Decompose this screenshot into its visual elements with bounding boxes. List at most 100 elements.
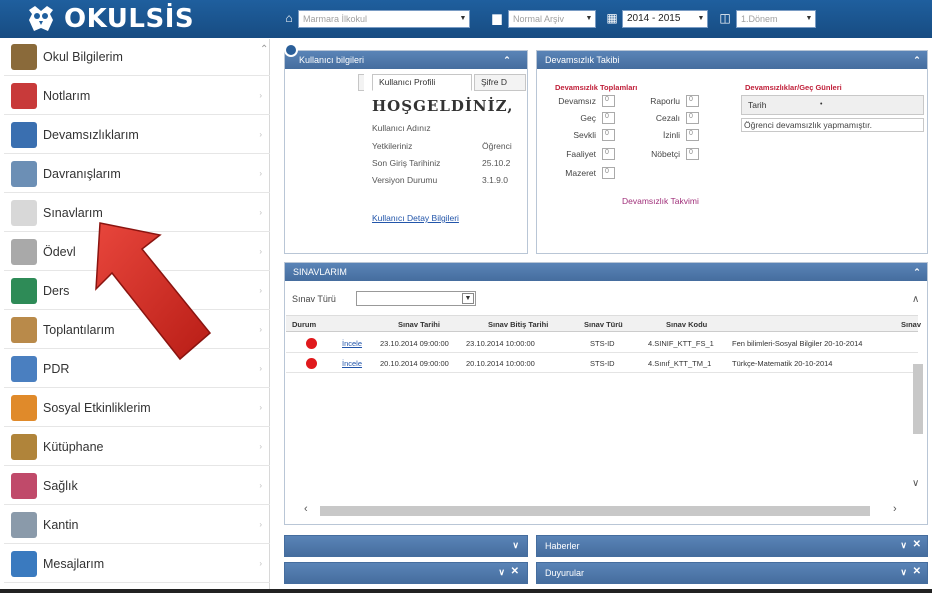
exam-name: Fen bilimleri-Sosyal Bilgiler 20-10-2014 (732, 339, 863, 348)
table-row[interactable]: İncele 23.10.2014 09:00:00 23.10.2014 10… (286, 334, 918, 353)
collapse-up-icon[interactable]: ⌃ (911, 54, 923, 66)
sidebar-item-davranislarim[interactable]: Davranışlarım › (4, 156, 270, 193)
chevron-down-icon: ▼ (585, 15, 593, 22)
chevron-icon: › (259, 91, 262, 100)
expand-down-icon[interactable]: ∨ (512, 540, 519, 551)
sidebar-item-okul-bilgilerim[interactable]: Okul Bilgilerim (4, 39, 270, 76)
sidebar-item-mesajlarim[interactable]: Mesajlarım › (4, 546, 270, 583)
attendance-calendar-link[interactable]: Devamsızlık Takvimi (622, 196, 699, 206)
sidebar-item-label: Ders (43, 284, 70, 298)
sidebar-item-label: Mesajlarım (43, 557, 105, 571)
info-value: Öğrenci (482, 141, 512, 151)
info-label: Versiyon Durumu (372, 175, 438, 185)
sidebar-item-devamsizliklarim[interactable]: Devamsızlıklarım › (4, 117, 270, 154)
sidebar-item-label: Devamsızlıklarım (43, 128, 139, 142)
table-row[interactable]: İncele 20.10.2014 09:00:00 20.10.2014 10… (286, 354, 918, 373)
tab-sifre[interactable]: Şifre D (474, 74, 526, 91)
app-logo[interactable]: OKULSİS (26, 3, 194, 35)
sidebar-item-pdr[interactable]: PDR › (4, 351, 270, 388)
sidebar-item-label: Notlarım (43, 89, 91, 103)
column-header[interactable]: Durum (292, 320, 316, 329)
column-header[interactable]: Sınav Bitiş Tarihi (488, 320, 548, 329)
announcements-panel: Duyurular ∨ ✕ (536, 562, 928, 584)
panel-title-bar: Devamsızlık Takibi ⌃ (537, 51, 927, 69)
exam-type: STS-ID (590, 339, 615, 348)
sidebar: Okul Bilgilerim Notlarım › Devamsızlıkla… (4, 39, 270, 593)
chevron-icon: › (259, 247, 262, 256)
panel-title: SINAVLARIM (293, 267, 347, 277)
chevron-down-icon: ▼ (805, 15, 813, 22)
sidebar-item-odevlerim[interactable]: Ödevl › (4, 234, 270, 271)
sidebar-item-sinavlarim[interactable]: Sınavlarım › (4, 195, 270, 232)
exam-code: 4.SINIF_KTT_FS_1 (648, 339, 714, 348)
inspect-link[interactable]: İncele (342, 339, 362, 348)
sidebar-item-label: PDR (43, 362, 70, 376)
collapse-chevron-icon[interactable]: ⌃ (260, 44, 268, 55)
sidebar-item-label: Okul Bilgilerim (43, 50, 123, 64)
library-books-icon (11, 434, 37, 460)
column-header[interactable]: Sınav Tarihi (398, 320, 440, 329)
close-icon[interactable]: ✕ (913, 566, 921, 577)
user-detail-link[interactable]: Kullanıcı Detay Bilgileri (372, 213, 459, 223)
canteen-icon (11, 512, 37, 538)
folder-icon[interactable]: ▆ (490, 11, 504, 25)
tab-label: Şifre D (481, 77, 507, 87)
close-icon[interactable]: ✕ (913, 539, 921, 550)
scroll-right-icon[interactable]: › (893, 503, 897, 515)
sidebar-item-notlarim[interactable]: Notlarım › (4, 78, 270, 115)
exam-type-select[interactable]: ▼ (356, 291, 476, 306)
close-icon[interactable]: ✕ (511, 566, 519, 577)
sidebar-item-label: Kantin (43, 518, 79, 532)
messages-icon (11, 551, 37, 577)
panel-title: Haberler (545, 541, 580, 551)
sidebar-item-toplantilarim[interactable]: Toplantılarım › (4, 312, 270, 349)
tab-kullanici-profili[interactable]: Kullanıcı Profili (372, 74, 472, 91)
school-select[interactable]: Marmara İlkokul ▼ (298, 10, 470, 28)
date-column-header[interactable]: Tarih • (741, 95, 924, 115)
school-select-value: Marmara İlkokul (303, 14, 368, 24)
sidebar-item-ders[interactable]: Ders › (4, 273, 270, 310)
sidebar-item-label: Sosyal Etkinliklerim (43, 401, 151, 415)
exam-end: 23.10.2014 10:00:00 (466, 339, 535, 348)
owl-logo-icon (29, 6, 53, 31)
collapsed-panel-left-2: ∨ ✕ (284, 562, 528, 584)
column-header[interactable]: Sınav Türü (584, 320, 623, 329)
term-calendar-icon[interactable]: ◫ (718, 11, 732, 25)
horizontal-scrollbar-thumb[interactable] (320, 506, 870, 516)
field-value: 0 (602, 167, 615, 179)
exam-start: 20.10.2014 09:00:00 (380, 359, 449, 368)
exam-icon (11, 200, 37, 226)
expand-down-icon[interactable]: ∨ (900, 540, 907, 551)
expand-down-icon[interactable]: ∨ (498, 567, 505, 578)
lesson-board-icon (11, 278, 37, 304)
sidebar-item-sosyal-etkinliklerim[interactable]: Sosyal Etkinliklerim › (4, 390, 270, 427)
vertical-scrollbar-thumb[interactable] (913, 364, 923, 434)
expand-down-icon[interactable]: ∨ (900, 567, 907, 578)
scroll-up-icon[interactable]: ∧ (912, 294, 919, 305)
panel-title-bar: Kullanıcı bilgileri ⌃ (285, 51, 527, 69)
term-select[interactable]: 1.Dönem ▼ (736, 10, 816, 28)
archive-select[interactable]: Normal Arşiv ▼ (508, 10, 596, 28)
sidebar-item-saglik[interactable]: Sağlık › (4, 468, 270, 505)
info-value: 3.1.9.0 (482, 175, 508, 185)
scroll-down-icon[interactable]: ∨ (912, 478, 919, 489)
sidebar-item-kutuphane[interactable]: Kütüphane › (4, 429, 270, 466)
scroll-left-icon[interactable]: ‹ (304, 503, 308, 515)
column-header[interactable]: Sınav (901, 320, 921, 329)
field-value: 0 (686, 148, 699, 160)
sidebar-item-label: Davranışlarım (43, 167, 121, 181)
column-header[interactable]: Sınav Kodu (666, 320, 707, 329)
calendar-icon[interactable]: ▦ (605, 11, 619, 25)
status-red-dot-icon (306, 338, 317, 349)
collapse-up-icon[interactable]: ⌃ (911, 266, 923, 278)
chevron-icon: › (259, 520, 262, 529)
home-icon[interactable]: ⌂ (282, 11, 296, 25)
back-circle-icon[interactable] (284, 43, 298, 57)
inspect-link[interactable]: İncele (342, 359, 362, 368)
school-building-icon (11, 44, 37, 70)
field-label: Geç (580, 113, 596, 123)
year-select[interactable]: 2014 - 2015 ▼ (622, 10, 708, 28)
collapse-up-icon[interactable]: ⌃ (501, 54, 513, 66)
chevron-icon: › (259, 442, 262, 451)
sidebar-item-kantin[interactable]: Kantin › (4, 507, 270, 544)
